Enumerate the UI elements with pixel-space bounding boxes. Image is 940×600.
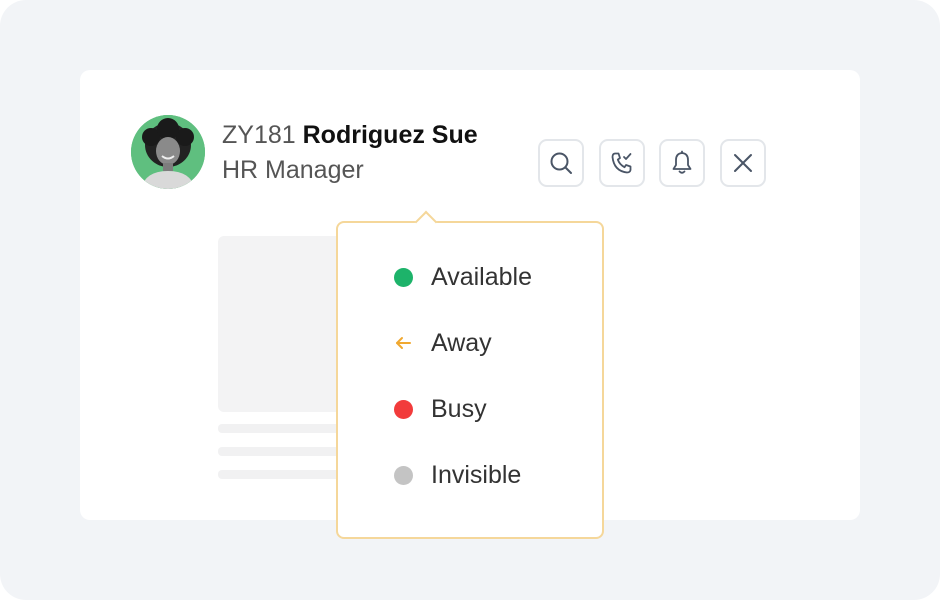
profile-name: ZY181 Rodriguez Sue [222, 121, 478, 150]
employee-name: Rodriguez Sue [302, 121, 478, 149]
call-button[interactable] [599, 139, 645, 187]
avatar[interactable] [131, 115, 205, 189]
avatar-image [131, 115, 205, 189]
search-icon [550, 152, 572, 174]
status-option-busy[interactable]: Busy [393, 394, 487, 424]
employee-role: HR Manager [222, 156, 364, 184]
status-option-away[interactable]: Away [393, 328, 492, 358]
status-label: Available [431, 262, 533, 291]
status-dot-icon [393, 465, 413, 485]
status-label: Away [431, 328, 492, 357]
placeholder-line [218, 470, 348, 479]
status-dot-icon [393, 399, 413, 419]
bell-icon [672, 150, 692, 174]
placeholder-line [218, 447, 348, 456]
search-button[interactable] [538, 139, 584, 187]
close-icon [734, 154, 752, 172]
notifications-button[interactable] [659, 139, 705, 187]
status-dot-icon [393, 267, 413, 287]
status-option-available[interactable]: Available [393, 262, 532, 292]
close-button[interactable] [720, 139, 766, 187]
status-label: Busy [431, 394, 487, 423]
status-label: Invisible [431, 460, 522, 489]
employee-id: ZY181 [222, 121, 296, 149]
placeholder-line [218, 424, 348, 433]
status-menu: Available Away Busy Invisible [336, 210, 604, 539]
content-placeholder [218, 236, 348, 412]
status-option-invisible[interactable]: Invisible [393, 460, 521, 490]
arrow-left-icon [396, 337, 411, 349]
phone-check-icon [611, 152, 632, 174]
